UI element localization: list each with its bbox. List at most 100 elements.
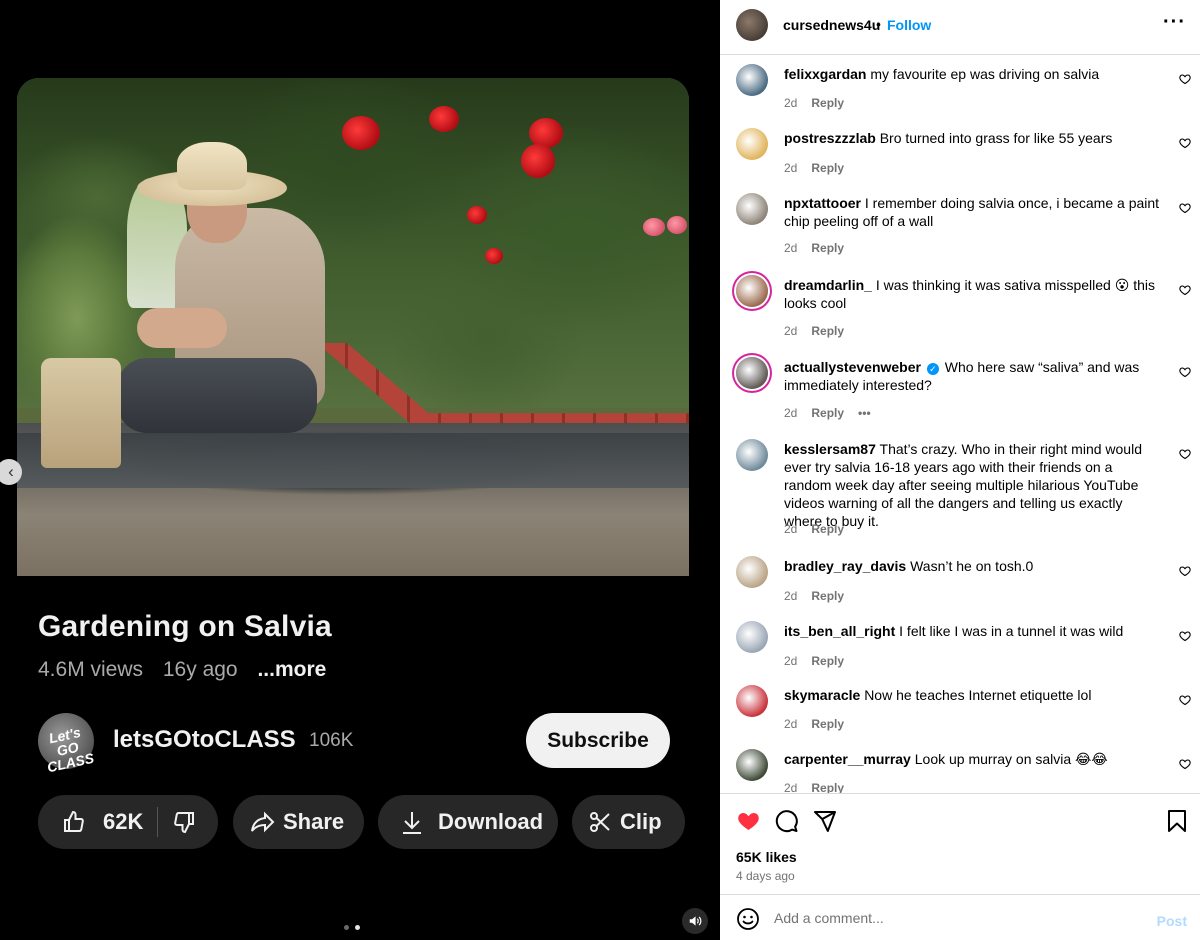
more-options-icon[interactable]: ··· [1163,11,1186,34]
reply-button[interactable]: Reply [811,241,844,255]
channel-avatar[interactable]: Let's GO CLASS [32,707,100,775]
chevron-left-icon: ‹ [8,462,14,481]
reply-button[interactable]: Reply [811,522,844,536]
comment-body: actuallystevenweber ✓ Who here saw “sali… [784,358,1160,394]
reply-button[interactable]: Reply [811,406,844,420]
comment-like-heart-icon[interactable] [1179,201,1191,219]
likes-count[interactable]: 65K likes [736,849,797,865]
thumbs-up-icon[interactable] [62,810,86,834]
comment-like-heart-icon[interactable] [1179,72,1191,90]
comment-meta: 2d Reply [784,589,858,603]
rose-flower [342,116,380,150]
more-link[interactable]: ...more [257,658,326,681]
commenter-username[interactable]: postreszzzlab [784,130,876,146]
comment-icon[interactable] [774,809,799,833]
commenter-avatar[interactable] [736,685,768,717]
reply-button[interactable]: Reply [811,324,844,338]
commenter-avatar[interactable] [736,64,768,96]
bookmark-icon[interactable] [1166,809,1188,833]
clip-button[interactable]: Clip [572,795,685,849]
subscribe-button[interactable]: Subscribe [526,713,670,768]
rose-flower [467,206,487,224]
commenter-username[interactable]: felixxgardan [784,66,866,82]
send-icon[interactable] [813,809,837,833]
heart-filled-icon[interactable] [736,809,761,833]
comment-body: dreamdarlin_ I was thinking it was sativ… [784,276,1160,312]
download-icon [400,809,424,835]
comment-like-heart-icon[interactable] [1179,283,1191,301]
comment-like-heart-icon[interactable] [1179,629,1191,647]
post-side-panel: cursednews4u • Follow ··· felixxgardan m… [720,0,1200,940]
commenter-avatar[interactable] [736,128,768,160]
subscriber-count: 106K [309,730,354,751]
comment-age: 2d [784,522,798,536]
view-count: 4.6M views [38,658,144,681]
comments-list[interactable]: felixxgardan my favourite ep was driving… [720,55,1200,793]
commenter-avatar[interactable] [736,621,768,653]
comment-like-heart-icon[interactable] [1179,136,1191,154]
like-count[interactable]: 62K [103,809,143,835]
media-pane: ‹ Gardening on Salvia 4.6M views 16y ago… [0,0,720,940]
comment-body: npxtattooer I remember doing salvia once… [784,194,1160,230]
download-button[interactable]: Download [378,795,558,849]
download-label: Download [438,809,544,834]
commenter-avatar[interactable] [736,193,768,225]
commenter-username[interactable]: skymaracle [784,687,860,703]
commenter-username[interactable]: bradley_ray_davis [784,558,906,574]
comment-like-heart-icon[interactable] [1179,365,1191,383]
comment-more-button[interactable]: ••• [858,406,871,420]
video-thumbnail[interactable] [17,78,689,576]
comment-like-heart-icon[interactable] [1179,564,1191,582]
reply-button[interactable]: Reply [811,781,844,793]
comment-body: postreszzzlab Bro turned into grass for … [784,129,1160,147]
commenter-avatar[interactable] [736,357,768,389]
reply-button[interactable]: Reply [811,589,844,603]
commenter-avatar[interactable] [736,439,768,471]
comment-input[interactable] [774,907,1134,929]
speaker-icon [689,916,702,926]
commenter-avatar[interactable] [736,556,768,588]
thumbs-down-icon[interactable] [172,810,196,834]
comment-like-heart-icon[interactable] [1179,757,1191,775]
reply-button[interactable]: Reply [811,654,844,668]
comment-age: 2d [784,241,798,255]
man-pants [117,358,317,433]
comment-age: 2d [784,654,798,668]
emoji-icon[interactable] [736,907,760,931]
commenter-username[interactable]: actuallystevenweber [784,359,921,375]
comment-meta: 2d Reply [784,161,858,175]
commenter-username[interactable]: carpenter__murray [784,751,911,767]
like-dislike-pill: 62K [38,795,218,849]
comment-meta: 2d Reply [784,717,858,731]
post-timestamp: 4 days ago [736,869,795,883]
comment-age: 2d [784,781,798,793]
reply-button[interactable]: Reply [811,717,844,731]
follow-button[interactable]: Follow [887,17,931,33]
commenter-username[interactable]: dreamdarlin_ [784,277,872,293]
comment-composer: Post [720,895,1200,940]
commenter-avatar[interactable] [736,749,768,781]
reply-button[interactable]: Reply [811,96,844,110]
commenter-username[interactable]: its_ben_all_right [784,623,895,639]
carousel-dot [344,925,349,930]
comment-text: Look up murray on salvia 😂😂 [914,751,1108,767]
channel-name[interactable]: letsGOtoCLASS [113,726,296,754]
commenter-username[interactable]: kesslersam87 [784,441,876,457]
rose-flower [485,248,503,264]
comment-body: kesslersam87 That’s crazy. Who in their … [784,440,1160,530]
comment-text: I felt like I was in a tunnel it was wil… [899,623,1124,639]
comment-like-heart-icon[interactable] [1179,693,1191,711]
post-comment-button[interactable]: Post [1157,913,1187,929]
comment-like-heart-icon[interactable] [1179,447,1191,465]
video-title: Gardening on Salvia [38,610,332,643]
volume-button[interactable] [682,908,708,934]
commenter-avatar[interactable] [736,275,768,307]
commenter-username[interactable]: npxtattooer [784,195,861,211]
comment-age: 2d [784,324,798,338]
carousel-dot-active [355,925,360,930]
comment-meta: 2d Reply [784,522,858,536]
share-button[interactable]: Share [233,795,364,849]
owner-avatar[interactable] [736,9,768,41]
reply-button[interactable]: Reply [811,161,844,175]
owner-username[interactable]: cursednews4u [783,17,880,33]
